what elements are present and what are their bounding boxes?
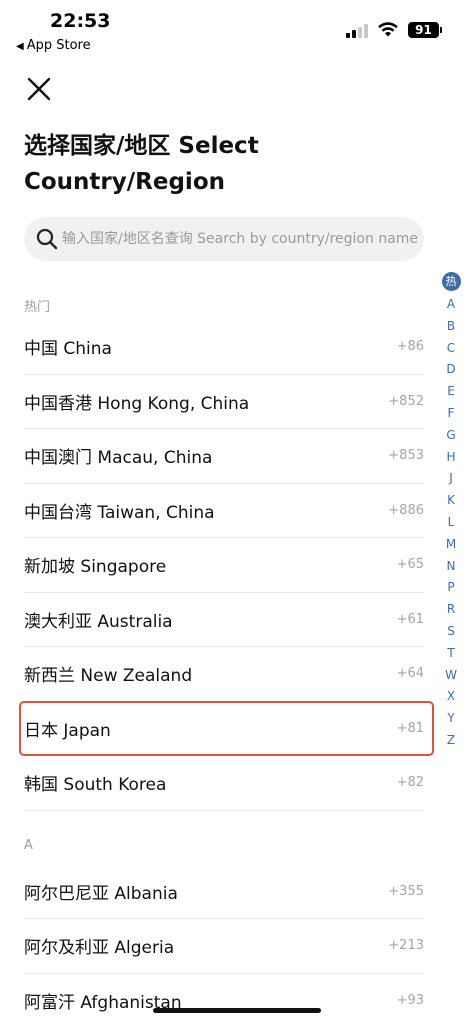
close-button[interactable] [22,72,56,106]
country-name: 阿尔巴尼亚 Albania [24,883,178,904]
list-item[interactable]: 阿尔及利亚 Algeria +213 [24,919,424,974]
dial-code: +886 [388,502,424,518]
list-item[interactable]: 中国澳门 Macau, China +853 [24,429,424,484]
index-letter[interactable]: L [448,512,455,534]
country-name: 中国香港 Hong Kong, China [24,393,250,414]
dial-code: +65 [396,557,424,573]
index-letter[interactable]: G [446,425,455,447]
dial-code: +93 [396,992,424,1008]
section-header-hot: 热门 [24,300,51,315]
country-list: 热门 中国 China +86 中国香港 Hong Kong, China +8… [24,290,424,1024]
wifi-icon [378,22,398,37]
index-hot[interactable]: 热 [441,272,461,291]
index-letter[interactable]: B [447,316,455,338]
index-letter[interactable]: W [445,665,457,687]
index-letter[interactable]: N [447,556,456,578]
dial-code: +213 [388,938,424,954]
index-letter[interactable]: Y [447,708,454,730]
index-letter[interactable]: J [449,468,453,490]
status-bar: 22:53 ◀ App Store 91 [0,0,473,60]
index-letter[interactable]: R [447,599,455,621]
dial-code: +82 [396,775,424,791]
index-letter[interactable]: A [447,294,455,316]
list-item[interactable]: 澳大利亚 Australia +61 [24,593,424,647]
index-letter[interactable]: X [447,686,455,708]
search-icon [36,228,58,250]
search-input[interactable] [62,231,424,247]
country-name: 中国澳门 Macau, China [24,448,213,469]
back-to-app-link[interactable]: ◀ App Store [16,38,91,53]
list-item-japan[interactable]: 日本 Japan +81 [24,702,424,756]
index-letter[interactable]: F [448,403,455,425]
list-item[interactable]: 阿尔巴尼亚 Albania +355 [24,865,424,919]
dial-code: +355 [388,883,424,899]
list-item[interactable]: 中国香港 Hong Kong, China +852 [24,375,424,429]
cellular-signal-icon [346,22,370,38]
list-item[interactable]: 中国台湾 Taiwan, China +886 [24,484,424,538]
index-letter[interactable]: T [447,643,454,665]
back-app-label: App Store [26,38,91,53]
index-letter[interactable]: M [446,534,456,556]
country-name: 阿尔及利亚 Algeria [24,938,175,959]
alphabet-index-bar[interactable]: 热 A B C D E F G H J K L M N P R S T W X … [440,272,462,752]
country-name: 新西兰 New Zealand [24,666,193,687]
section-header-a: A [24,837,33,853]
battery-icon: 91 [408,22,439,38]
index-letter[interactable]: P [447,577,454,599]
index-letter[interactable]: Z [447,730,455,752]
list-item[interactable]: 韩国 South Korea +82 [24,756,424,811]
status-time: 22:53 [50,10,111,32]
dial-code: +61 [396,611,424,627]
index-letter[interactable]: S [447,621,455,643]
index-letter[interactable]: D [446,359,455,381]
battery-cap [440,27,442,33]
dial-code: +852 [388,393,424,409]
back-triangle-icon: ◀ [16,41,24,52]
list-item[interactable]: 新西兰 New Zealand +64 [24,647,424,702]
list-item[interactable]: 新加坡 Singapore +65 [24,538,424,593]
country-name: 韩国 South Korea [24,775,167,796]
index-letter[interactable]: E [447,381,455,403]
index-letter[interactable]: H [446,447,455,469]
close-icon [27,77,51,101]
index-letter[interactable]: C [447,338,455,360]
country-name: 澳大利亚 Australia [24,611,173,632]
index-letter[interactable]: K [447,490,455,512]
list-item[interactable]: 阿富汗 Afghanistan +93 [24,974,424,1024]
dial-code: +81 [396,720,424,736]
country-name: 日本 Japan [24,720,111,741]
dial-code: +64 [396,666,424,682]
page-title: 选择国家/地区 Select Country/Region [24,133,259,195]
dial-code: +853 [388,448,424,464]
country-name: 新加坡 Singapore [24,557,167,578]
search-bar[interactable] [24,217,424,261]
country-name: 中国台湾 Taiwan, China [24,502,215,523]
list-item[interactable]: 中国 China +86 [24,320,424,375]
country-name: 中国 China [24,339,112,360]
home-indicator[interactable] [153,1008,321,1013]
dial-code: +86 [396,339,424,355]
